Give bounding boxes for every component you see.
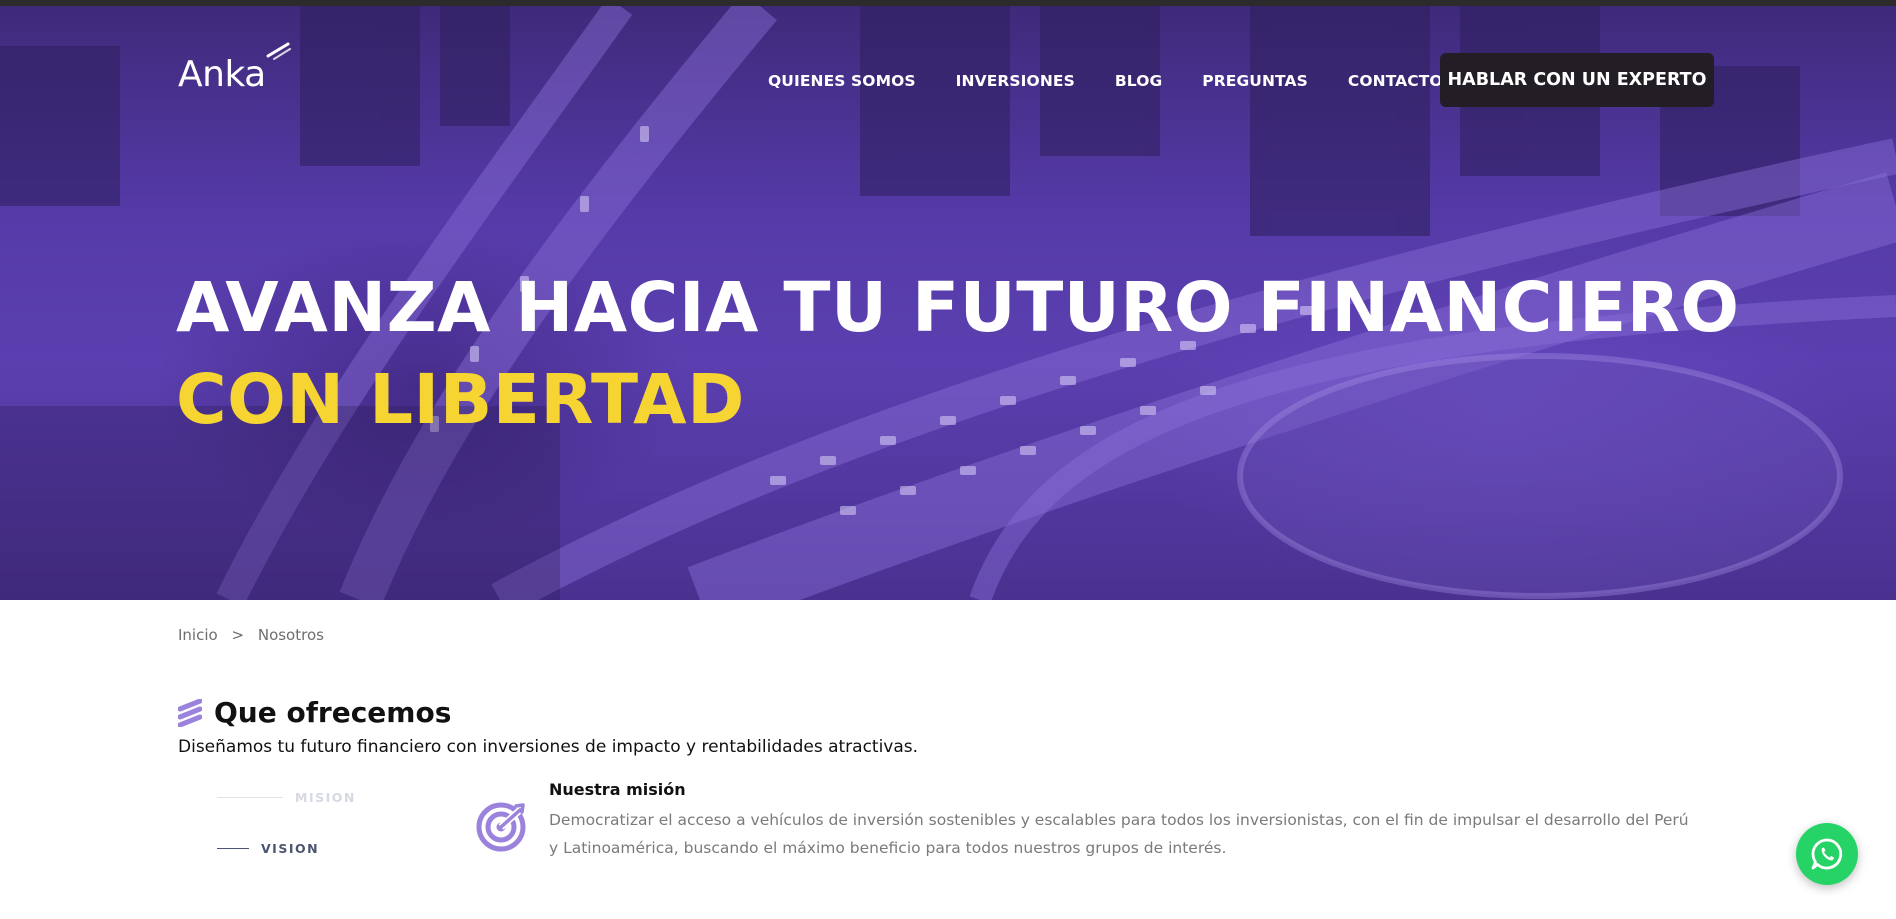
logo-text: Anka: [178, 54, 266, 95]
nav-inversiones[interactable]: INVERSIONES: [956, 72, 1075, 90]
hero-headline-accent: CON LIBERTAD: [176, 360, 745, 440]
tab-vision-label: VISION: [261, 841, 320, 856]
section-title-icon: [178, 698, 202, 727]
nav-blog[interactable]: BLOG: [1115, 72, 1162, 90]
main-navigation: QUIENES SOMOS INVERSIONES BLOG PREGUNTAS…: [768, 72, 1443, 90]
hero-banner: Anka QUIENES SOMOS INVERSIONES BLOG PREG…: [0, 6, 1896, 600]
tab-indicator-line: [217, 848, 249, 849]
hero-headline: AVANZA HACIA TU FUTURO FINANCIERO CON LI…: [176, 262, 1740, 446]
breadcrumb-home[interactable]: Inicio: [178, 626, 218, 644]
nav-preguntas[interactable]: PREGUNTAS: [1202, 72, 1308, 90]
tab-vision[interactable]: VISION: [217, 841, 356, 856]
breadcrumb-separator: >: [231, 626, 245, 644]
anka-logo[interactable]: Anka: [178, 54, 266, 95]
section-subtitle: Diseñamos tu futuro financiero con inver…: [178, 737, 919, 757]
section-header: Que ofrecemos: [178, 696, 451, 729]
talk-to-expert-button[interactable]: HABLAR CON UN EXPERTO: [1440, 53, 1714, 107]
hero-headline-line1: AVANZA HACIA TU FUTURO FINANCIERO: [176, 268, 1740, 348]
target-icon: [476, 802, 526, 852]
section-title: Que ofrecemos: [214, 696, 452, 729]
tab-mision-label: MISION: [295, 790, 356, 805]
mission-text: Democratizar el acceso a vehículos de in…: [549, 811, 1689, 857]
whatsapp-button[interactable]: [1796, 823, 1858, 885]
logo-mark-icon: [266, 42, 291, 60]
nav-quienes-somos[interactable]: QUIENES SOMOS: [768, 72, 916, 90]
tab-mision[interactable]: MISION: [217, 790, 356, 805]
breadcrumb-current: Nosotros: [257, 626, 324, 644]
breadcrumb: Inicio > Nosotros: [178, 626, 324, 644]
nav-contacto[interactable]: CONTACTO: [1348, 72, 1443, 90]
tab-indicator-line: [217, 797, 283, 798]
mission-vision-tabs: MISION VISION: [217, 790, 356, 856]
whatsapp-icon: [1811, 838, 1843, 870]
mission-title: Nuestra misión: [549, 780, 686, 799]
